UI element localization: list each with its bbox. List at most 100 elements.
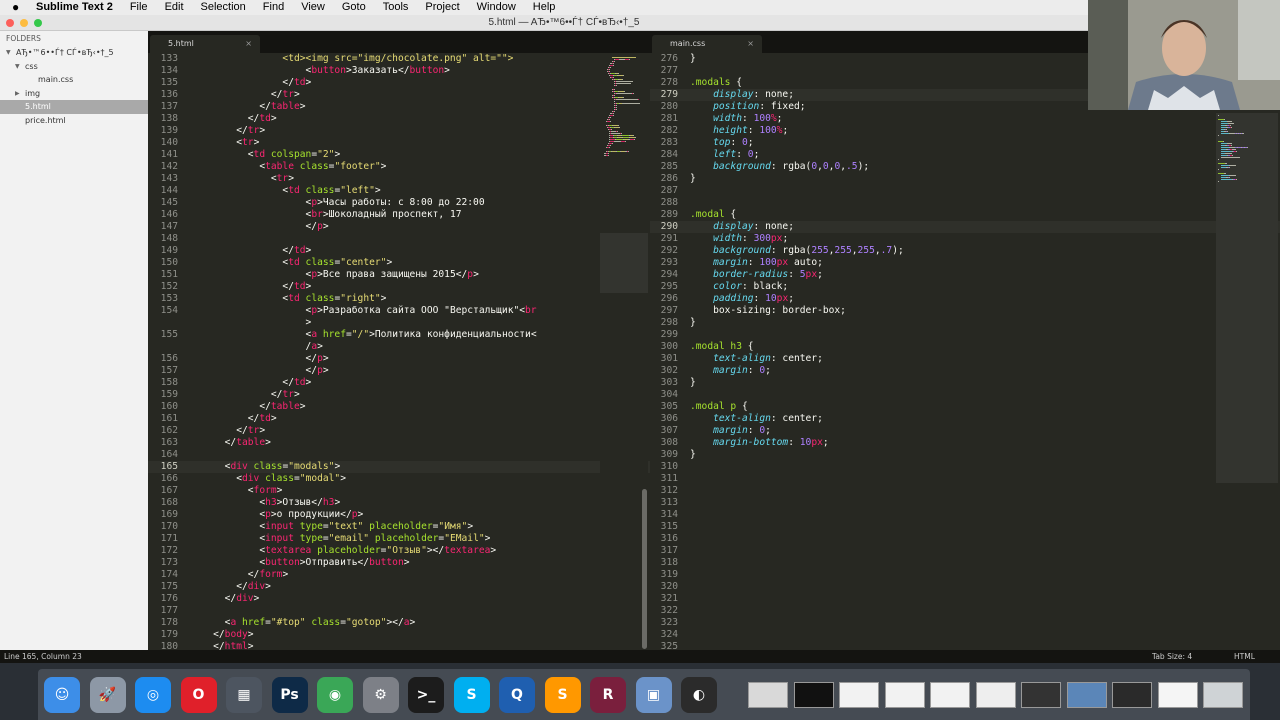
code-line[interactable]: 283 top: 0; xyxy=(650,137,1280,149)
code-line[interactable]: 135 </td> xyxy=(148,77,650,89)
sidebar-item[interactable]: 5.html xyxy=(0,100,148,114)
code-line[interactable]: 171 <input type="email" placeholder="EMa… xyxy=(148,533,650,545)
code-line[interactable]: 321 xyxy=(650,593,1280,605)
code-line[interactable]: 324 xyxy=(650,629,1280,641)
code-line[interactable]: 323 xyxy=(650,617,1280,629)
code-line[interactable]: 158 </td> xyxy=(148,377,650,389)
safari-icon[interactable]: ◎ xyxy=(135,677,171,713)
code-line[interactable]: 134 <button>Заказать</button> xyxy=(148,65,650,77)
code-line[interactable]: 180 </html> xyxy=(148,641,650,650)
code-line[interactable]: 287 xyxy=(650,185,1280,197)
code-line[interactable]: 170 <input type="text" placeholder="Имя"… xyxy=(148,521,650,533)
disclosure-open-icon[interactable]: ▼ xyxy=(15,60,20,74)
code-line[interactable]: 294 border-radius: 5px; xyxy=(650,269,1280,281)
code-line[interactable]: 142 <table class="footer"> xyxy=(148,161,650,173)
code-line[interactable]: 137 </table> xyxy=(148,101,650,113)
minimap-viewport[interactable] xyxy=(600,233,648,293)
code-line[interactable]: 162 </tr> xyxy=(148,425,650,437)
code-line[interactable]: 309} xyxy=(650,449,1280,461)
menu-edit[interactable]: Edit xyxy=(165,0,184,15)
code-line[interactable]: 152 </td> xyxy=(148,281,650,293)
code-line[interactable]: 163 </table> xyxy=(148,437,650,449)
code-line[interactable]: 325 xyxy=(650,641,1280,650)
code-line[interactable]: 133 <td><img src="img/chocolate.png" alt… xyxy=(148,53,650,65)
sidebar-item[interactable]: main.css xyxy=(0,73,148,87)
code-line[interactable]: 302 margin: 0; xyxy=(650,365,1280,377)
code-line[interactable]: 144 <td class="left"> xyxy=(148,185,650,197)
code-line[interactable]: 150 <td class="center"> xyxy=(148,257,650,269)
code-line[interactable]: 160 </table> xyxy=(148,401,650,413)
window-thumbnail[interactable] xyxy=(1112,682,1152,708)
code-line[interactable]: 319 xyxy=(650,569,1280,581)
apps-grid-icon[interactable]: ▦ xyxy=(226,677,262,713)
code-line[interactable]: 282 height: 100%; xyxy=(650,125,1280,137)
finder-icon[interactable]: ☺ xyxy=(44,677,80,713)
window-thumbnail[interactable] xyxy=(793,682,834,708)
code-line[interactable]: 178 <a href="#top" class="gotop"></a> xyxy=(148,617,650,629)
window-thumbnail[interactable] xyxy=(884,682,925,708)
chrome-icon[interactable]: ◉ xyxy=(317,677,353,713)
window-thumbnail[interactable] xyxy=(930,682,970,708)
minimap[interactable] xyxy=(1216,53,1278,650)
code-line[interactable]: 168 <h3>Отзыв</h3> xyxy=(148,497,650,509)
menu-tools[interactable]: Tools xyxy=(383,0,409,15)
code-line[interactable]: 315 xyxy=(650,521,1280,533)
code-line[interactable]: 297 box-sizing: border-box; xyxy=(650,305,1280,317)
menu-sublime-text-2[interactable]: Sublime Text 2 xyxy=(36,0,113,15)
code-line[interactable]: 316 xyxy=(650,533,1280,545)
code-line[interactable]: 148 xyxy=(148,233,650,245)
disclosure-closed-icon[interactable]: ▶ xyxy=(15,87,20,101)
code-line[interactable]: 139 </tr> xyxy=(148,125,650,137)
tab-size-indicator[interactable]: Tab Size: 4 xyxy=(1152,652,1192,661)
minimap-viewport[interactable] xyxy=(1216,113,1278,483)
apple-icon[interactable]: ● xyxy=(12,0,26,15)
code-line[interactable]: 166 <div class="modal"> xyxy=(148,473,650,485)
system-preferences-icon[interactable]: ⚙ xyxy=(362,677,399,713)
sidebar-item[interactable]: ▼ css xyxy=(0,60,148,74)
menu-help[interactable]: Help xyxy=(533,0,556,15)
code-line[interactable]: 300 .modal h3 { xyxy=(650,341,1280,353)
code-line[interactable]: 312 xyxy=(650,485,1280,497)
document-icon[interactable] xyxy=(748,682,788,708)
code-line[interactable]: 313 xyxy=(650,497,1280,509)
code-line[interactable]: 173 <button>Отправить</button> xyxy=(148,557,650,569)
code-line[interactable]: 318 xyxy=(650,557,1280,569)
code-line[interactable]: > xyxy=(148,317,650,329)
code-line[interactable]: 143 <tr> xyxy=(148,173,650,185)
code-line[interactable]: 286} xyxy=(650,173,1280,185)
code-line[interactable]: 296 padding: 10px; xyxy=(650,293,1280,305)
code-line[interactable]: 136 </tr> xyxy=(148,89,650,101)
code-line[interactable]: 292 background: rgba(255,255,255,.7); xyxy=(650,245,1280,257)
code-line[interactable]: 165 <div class="modals"> xyxy=(148,461,650,473)
launchpad-icon[interactable]: 🚀 xyxy=(89,677,126,713)
menu-selection[interactable]: Selection xyxy=(201,0,246,15)
code-line[interactable]: 303} xyxy=(650,377,1280,389)
code-line[interactable]: 176 </div> xyxy=(148,593,650,605)
quicktime-icon[interactable]: Q xyxy=(499,677,535,713)
menu-project[interactable]: Project xyxy=(425,0,459,15)
window-thumbnail[interactable] xyxy=(1157,682,1198,708)
code-line[interactable]: 290 display: none; xyxy=(650,221,1280,233)
photoshop-icon[interactable]: Ps xyxy=(271,677,308,713)
window-thumbnail[interactable] xyxy=(975,682,1016,708)
rar-icon[interactable]: R xyxy=(590,677,626,713)
sidebar-item[interactable]: ▼ AЂ•™6••Ѓ† СЃ•вЂ‹•†_5 xyxy=(0,46,148,60)
code-line[interactable]: 311 xyxy=(650,473,1280,485)
code-line[interactable]: 177 xyxy=(148,605,650,617)
menu-window[interactable]: Window xyxy=(477,0,516,15)
code-line[interactable]: 320 xyxy=(650,581,1280,593)
menu-view[interactable]: View xyxy=(301,0,325,15)
code-line[interactable]: 179 </body> xyxy=(148,629,650,641)
code-line[interactable]: 167 <form> xyxy=(148,485,650,497)
code-line[interactable]: 301 text-align: center; xyxy=(650,353,1280,365)
code-line[interactable]: 298} xyxy=(650,317,1280,329)
syntax-indicator[interactable]: HTML xyxy=(1234,652,1255,661)
code-line[interactable]: 310 xyxy=(650,461,1280,473)
window-thumbnail[interactable] xyxy=(1066,682,1107,708)
code-line[interactable]: /a> xyxy=(148,341,650,353)
tab-5-html[interactable]: 5.html × xyxy=(150,35,260,53)
code-line[interactable]: 307 margin: 0; xyxy=(650,425,1280,437)
code-line[interactable]: 138 </td> xyxy=(148,113,650,125)
sublime-text-icon[interactable]: S xyxy=(544,677,581,713)
code-line[interactable]: 288 xyxy=(650,197,1280,209)
